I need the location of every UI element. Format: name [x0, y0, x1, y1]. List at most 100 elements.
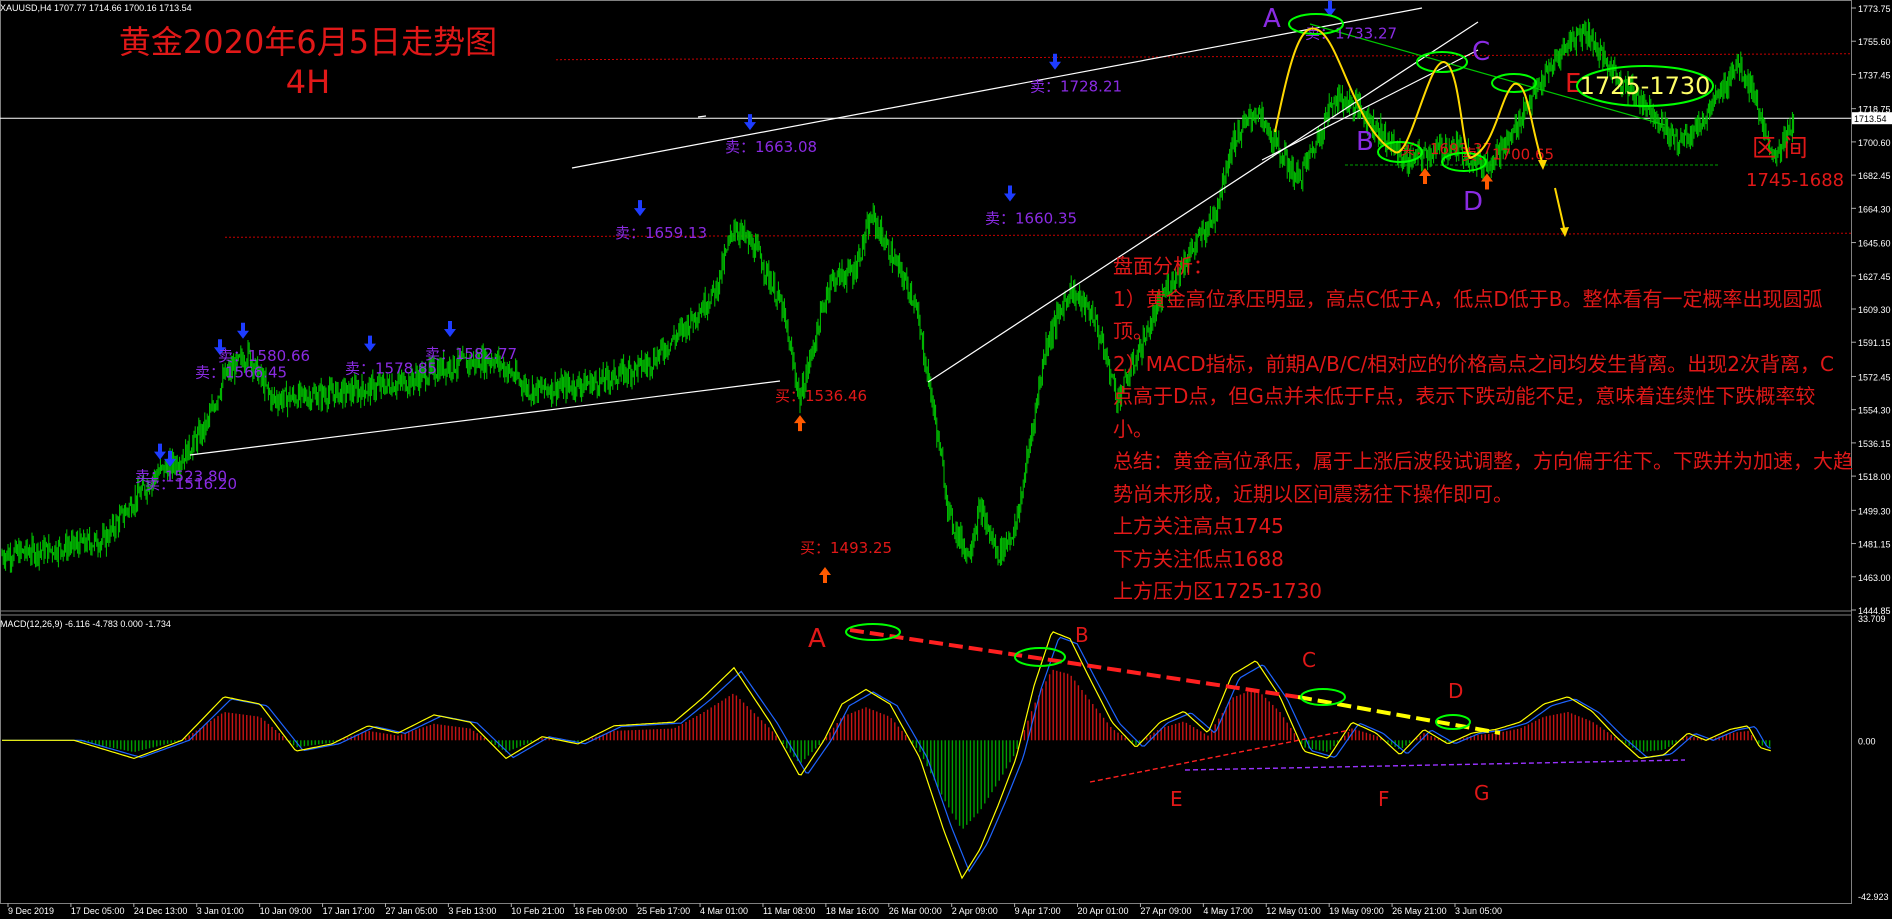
time-axis-label: 20 Apr 01:00 — [1078, 906, 1129, 916]
sell-arrow-icon — [164, 450, 176, 467]
macd-divergence-label: A — [808, 624, 826, 654]
trade-label: 卖：1578.85 — [345, 360, 437, 378]
time-axis-label: 18 Mar 16:00 — [826, 906, 879, 916]
price-axis-label: 1554.30 — [1858, 406, 1891, 416]
sell-arrow-icon — [154, 443, 166, 460]
macd-divergence-label: F — [1378, 787, 1390, 811]
sell-arrow-icon — [634, 200, 646, 217]
macd-signal-line — [2, 636, 1771, 873]
price-axis-label: 1682.45 — [1858, 171, 1891, 181]
sell-arrow-icon — [1004, 185, 1016, 202]
price-axis-label: 1463.00 — [1858, 573, 1891, 583]
trade-label: 卖：1566.45 — [195, 363, 287, 381]
macd-info: MACD(12,26,9) -6.116 -4.783 0.000 -1.734 — [0, 619, 171, 629]
time-axis-label: 11 Mar 08:00 — [763, 906, 815, 916]
point-label: A — [1263, 4, 1281, 34]
sell-arrow-icon — [444, 320, 456, 337]
buy-arrow-icon — [1419, 167, 1431, 184]
point-label: D — [1463, 187, 1483, 217]
horizontal-level-line — [555, 53, 1852, 61]
time-axis-label: 3 Feb 13:00 — [448, 906, 496, 916]
analysis-line: 上方关注高点1745 — [1113, 514, 1284, 538]
macd-divergence-line — [1297, 695, 1501, 735]
price-axis-label: 1518.00 — [1858, 472, 1891, 482]
projection-arrow — [1554, 187, 1566, 233]
price-axis-label: 1645.60 — [1858, 239, 1891, 249]
macd-axis-label: 0.00 — [1858, 736, 1876, 746]
price-axis-label: 1737.45 — [1858, 70, 1891, 80]
sell-arrow-icon — [237, 322, 249, 339]
trade-label: 买：1536.46 — [775, 387, 867, 405]
trade-label: 卖：1663.08 — [725, 138, 817, 156]
macd-histogram — [76, 669, 1771, 829]
price-axis-label: 1700.60 — [1858, 138, 1891, 148]
time-axis-label: 12 May 01:00 — [1266, 906, 1321, 916]
projection-arrowhead-icon — [1560, 227, 1569, 237]
macd-divergence-label: B — [1075, 623, 1089, 647]
time-axis-label: 19 May 09:00 — [1329, 906, 1384, 916]
macd-support-line — [1184, 759, 1686, 771]
price-axis-label: 1536.15 — [1858, 439, 1891, 449]
time-axis-label: 17 Jan 17:00 — [323, 906, 375, 916]
trade-label: 卖：1659.13 — [615, 224, 707, 242]
trade-label: 卖：1582.77 — [425, 345, 517, 363]
horizontal-level-line — [224, 232, 1852, 238]
time-axis-label: 9 Apr 17:00 — [1015, 906, 1061, 916]
time-axis-label: 9 Dec 2019 — [8, 906, 54, 916]
time-axis-label: 18 Feb 09:00 — [574, 906, 627, 916]
macd-divergence-label: E — [1170, 787, 1183, 811]
analysis-panel: 盘面分析： 1）黄金高位承压明显，高点C低于A，低点D低于B。整体看有一定概率出… — [1113, 250, 1853, 608]
time-axis-label: 27 Apr 09:00 — [1140, 906, 1191, 916]
trade-label: 卖：1580.66 — [218, 347, 310, 365]
time-axis-label: 24 Dec 13:00 — [134, 906, 188, 916]
macd-divergence-label: D — [1448, 679, 1463, 703]
time-axis-label: 4 May 17:00 — [1203, 906, 1253, 916]
macd-axis-label: -42.923 — [1858, 892, 1889, 902]
range-value: 1745-1688 — [1746, 170, 1844, 191]
price-axis-label: 1481.15 — [1858, 540, 1891, 550]
price-axis-label: 1591.15 — [1858, 338, 1891, 348]
chart-headline: 黄金2020年6月5日走势图 4H — [108, 22, 508, 102]
price-axis-label: 1627.45 — [1858, 272, 1891, 282]
time-axis-label: 17 Dec 05:00 — [71, 906, 125, 916]
sell-arrow-icon — [1049, 53, 1061, 70]
sell-arrow-icon — [364, 335, 376, 352]
sell-arrow-icon — [744, 114, 756, 131]
trade-label: 卖：1516.20 — [145, 475, 237, 493]
price-axis-label: 1664.30 — [1858, 204, 1891, 214]
pressure-zone-label: 1725-1730 — [1580, 72, 1711, 100]
macd-divergence-label: G — [1474, 781, 1490, 805]
point-label: B — [1356, 127, 1374, 157]
price-axis-label: 1755.60 — [1858, 37, 1891, 47]
point-label: C — [1472, 37, 1490, 67]
price-axis-label: 1499.30 — [1858, 506, 1891, 516]
headline-title: 黄金2020年6月5日走势图 — [118, 23, 498, 61]
price-axis-label: 1609.30 — [1858, 305, 1891, 315]
time-axis-label: 10 Feb 21:00 — [511, 906, 564, 916]
analysis-title: 盘面分析： — [1113, 254, 1213, 278]
analysis-line: 2）MACD指标，前期A/B/C/相对应的价格高点之间均发生背离。出现2次背离，… — [1113, 351, 1834, 441]
analysis-line: 上方压力区1725-1730 — [1113, 579, 1323, 603]
symbol-info: XAUUSD,H4 1707.77 1714.66 1700.16 1713.5… — [0, 3, 192, 13]
time-axis-label: 10 Jan 09:00 — [260, 906, 312, 916]
time-axis-label: 3 Jun 05:00 — [1455, 906, 1502, 916]
trend-line — [697, 115, 707, 118]
macd-axis-label: 33.709 — [1858, 614, 1886, 624]
time-axis-label: 26 May 21:00 — [1392, 906, 1447, 916]
macd-main-line — [2, 631, 1771, 880]
trend-line — [189, 380, 781, 456]
buy-arrow-icon — [819, 566, 831, 583]
time-axis-label: 4 Mar 01:00 — [700, 906, 748, 916]
macd-support-line — [1089, 729, 1351, 783]
time-axis-label: 3 Jan 01:00 — [197, 906, 244, 916]
time-axis-label: 25 Feb 17:00 — [637, 906, 690, 916]
buy-arrow-icon — [794, 415, 806, 432]
price-axis-label: 1713.54 — [1854, 114, 1887, 124]
time-axis-label: 26 Mar 00:00 — [889, 906, 942, 916]
analysis-line: 下方关注低点1688 — [1113, 546, 1284, 571]
range-label: 区 间 — [1752, 134, 1808, 162]
macd-divergence-line — [849, 628, 1299, 699]
price-axis-label: 1572.45 — [1858, 372, 1891, 382]
headline-timeframe: 4H — [285, 63, 331, 101]
time-axis-label: 27 Jan 05:00 — [385, 906, 437, 916]
